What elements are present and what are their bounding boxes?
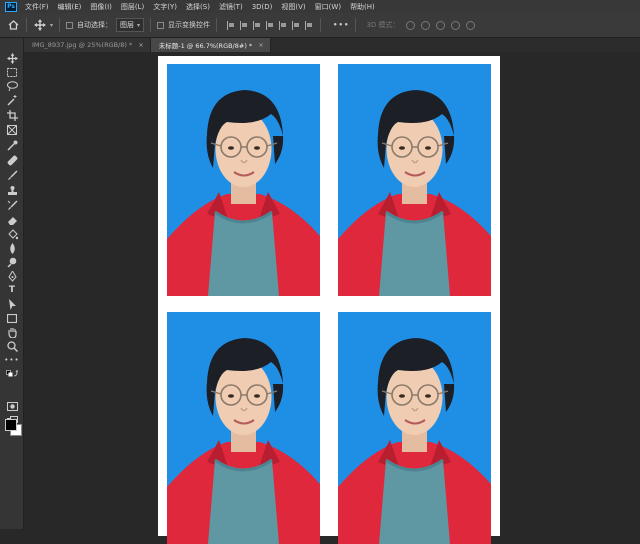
align-buttons [227,20,314,30]
rectangle-icon[interactable] [4,311,20,325]
menu-filter[interactable]: 滤镜(T) [219,2,243,12]
document-tabs: IMG_8937.jpg @ 25%(RGB/8) * × 未标题-1 @ 66… [24,38,640,52]
separator [150,18,152,32]
pen-icon[interactable] [4,269,20,283]
menu-image[interactable]: 图像(I) [90,2,112,12]
menu-help[interactable]: 帮助(H) [350,2,375,12]
separator [216,18,218,32]
align-center-icon[interactable] [240,20,249,30]
home-icon[interactable] [6,18,20,32]
id-photo[interactable] [167,64,320,296]
document-canvas[interactable] [158,56,500,544]
photoshop-logo: Ps [5,1,17,12]
chevron-down-icon: ▾ [137,21,141,29]
options-bar: ▾ 自动选择： 图层 ▾ 显示变换控件 ••• 3D 模式： [0,13,640,38]
show-transform-label: 显示变换控件 [168,21,211,29]
tab-img-8937[interactable]: IMG_8937.jpg @ 25%(RGB/8) * × [24,38,151,52]
menu-type[interactable]: 文字(Y) [153,2,177,12]
id-photo[interactable] [338,64,491,296]
default-colors-icon[interactable] [4,367,20,381]
path-selection-icon[interactable] [4,297,20,311]
tools-panel: T ••• [0,38,24,529]
edit-toolbar-icon[interactable]: ••• [4,353,20,367]
roll-3d-icon[interactable] [420,20,430,30]
menu-view[interactable]: 视图(V) [281,2,305,12]
slide-3d-icon[interactable] [450,20,460,30]
frame-icon[interactable] [4,123,20,137]
quick-mask-icon[interactable] [4,399,20,413]
eraser-icon[interactable] [4,213,20,227]
close-icon[interactable]: × [258,41,263,49]
brush-icon[interactable] [4,168,20,182]
menu-file[interactable]: 文件(F) [25,2,49,12]
show-transform-checkbox[interactable] [157,21,165,29]
close-icon[interactable]: × [138,41,143,49]
healing-brush-icon[interactable] [4,153,20,167]
menu-window[interactable]: 窗口(W) [315,2,341,12]
magic-wand-icon[interactable] [4,93,20,107]
menu-select[interactable]: 选择(S) [186,2,210,12]
auto-select-value: 图层 [120,21,135,29]
history-brush-icon[interactable] [4,198,20,212]
id-photo[interactable] [338,312,491,544]
menu-edit[interactable]: 编辑(E) [58,2,82,12]
tab-untitled-1[interactable]: 未标题-1 @ 66.7%(RGB/8#) * × [150,38,271,52]
marquee-tool-icon[interactable] [4,65,20,79]
align-right-icon[interactable] [253,20,262,30]
crop-icon[interactable] [4,108,20,122]
menu-bar: Ps 文件(F) 编辑(E) 图像(I) 图层(L) 文字(Y) 选择(S) 滤… [0,0,640,13]
pan-3d-icon[interactable] [435,20,445,30]
auto-select-checkbox[interactable] [66,21,74,29]
clone-stamp-icon[interactable] [4,183,20,197]
separator [320,18,322,32]
eyedropper-icon[interactable] [4,138,20,152]
paint-bucket-icon[interactable] [4,227,20,241]
more-options-button[interactable]: ••• [333,21,349,29]
auto-select-label: 自动选择： [77,21,113,29]
tab-label: IMG_8937.jpg @ 25%(RGB/8) * [32,41,133,49]
separator [59,18,61,32]
menu-3d[interactable]: 3D(D) [252,3,273,11]
orbit-3d-icon[interactable] [405,20,415,30]
align-bottom-icon[interactable] [292,20,301,30]
move-tool-icon[interactable] [4,51,20,65]
auto-select-dropdown[interactable]: 图层 ▾ [116,18,145,32]
foreground-color-swatch[interactable] [5,419,17,431]
separator [355,18,357,32]
tab-label: 未标题-1 @ 66.7%(RGB/8#) * [158,42,253,50]
zoom-icon[interactable] [4,339,20,353]
distribute-icon[interactable] [305,20,314,30]
menu-layer[interactable]: 图层(L) [121,2,144,12]
align-middle-icon[interactable] [279,20,288,30]
3d-mode-label: 3D 模式： [366,21,400,29]
id-photo[interactable] [167,312,320,544]
scale-3d-icon[interactable] [465,20,475,30]
separator [26,18,27,32]
hand-icon[interactable] [4,325,20,339]
blur-drop-icon[interactable] [4,241,20,255]
type-icon[interactable]: T [4,283,20,297]
align-top-icon[interactable] [266,20,275,30]
dodge-icon[interactable] [4,255,20,269]
move-tool-icon[interactable] [33,18,47,32]
chevron-down-icon[interactable]: ▾ [50,22,53,29]
align-left-icon[interactable] [227,20,236,30]
lasso-tool-icon[interactable] [4,79,20,93]
canvas-area[interactable] [24,52,640,544]
